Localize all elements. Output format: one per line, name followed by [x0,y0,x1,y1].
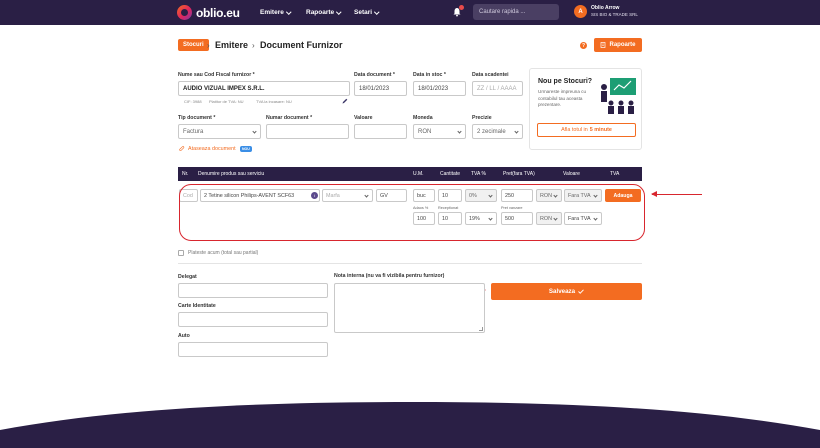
col-price: Pret(fara TVA) [503,171,535,177]
products-table-header: Nr. Denumire produs sau serviciu U.M. Ca… [178,167,642,181]
value-label: Valoare [354,115,373,121]
nav-setari-label: Setari [354,9,373,16]
resize-handle-icon[interactable] [479,327,483,331]
doc-type-value: Factura [183,128,204,135]
attach-document-link[interactable]: Ataseaza document [179,146,236,152]
presentation-illustration-icon [601,78,636,114]
chevron-down-icon [252,129,257,134]
auto-input[interactable] [178,342,328,357]
nav-setari[interactable]: Setari [354,9,380,16]
footer-wave-decoration [0,402,820,448]
currency-label: Moneda [413,115,433,121]
precision-label: Precizie [472,115,492,121]
col-quantity: Cantitate [440,171,461,177]
chevron-down-icon [374,9,380,14]
chevron-down-icon [336,9,342,14]
due-date-input[interactable]: ZZ / LL / AAAA [472,81,523,96]
user-avatar-icon[interactable]: A [574,5,587,18]
chevron-down-icon [457,129,462,134]
precision-select[interactable]: 2 zecimale [472,124,523,139]
promo-button-duration: 5 minute [589,127,612,133]
new-badge: NOU [240,146,252,152]
checkbox-icon[interactable] [178,250,184,256]
save-label: Salveaza [548,288,576,295]
onboarding-promo-card: Nou pe Stocuri? Urmareste impreuna cu co… [529,68,642,150]
id-card-label: Carte Identitate [178,303,216,309]
supplier-vat-status: Platitor de TVA: NU [209,99,244,104]
currency-value: RON [418,128,432,135]
due-date-label: Data scadentei [472,72,509,78]
promo-title: Nou pe Stocuri? [538,78,593,85]
col-value: Valoare [563,171,580,177]
id-card-input[interactable] [178,312,328,327]
brand-logo[interactable]: oblio.eu [177,5,240,20]
rapoarte-button[interactable]: Rapoarte [594,38,642,52]
checkmark-icon [578,289,584,294]
breadcrumb-emitere[interactable]: Emitere [215,40,248,50]
stock-date-input[interactable]: 18/01/2023 [413,81,466,96]
chevron-down-icon [286,9,292,14]
currency-select[interactable]: RON [413,124,466,139]
user-name[interactable]: Oblio Arrow [591,5,619,11]
doc-number-input[interactable] [266,124,349,139]
auto-label: Auto [178,333,190,339]
col-vat-percent: TVA % [471,171,486,177]
col-vat: TVA [610,171,620,177]
brand-name: oblio.eu [196,5,240,20]
col-nr: Nr. [182,171,189,177]
annotation-arrow-left-icon [651,190,702,198]
breadcrumb-section-badge[interactable]: Stocuri [178,39,209,51]
nav-rapoarte[interactable]: Rapoarte [306,9,342,16]
col-product: Denumire produs sau serviciu [198,171,265,177]
value-input[interactable] [354,124,407,139]
document-icon [601,42,606,48]
doc-type-select[interactable]: Factura [178,124,261,139]
col-um: U.M. [413,171,424,177]
notification-badge [459,5,464,10]
pay-now-label: Plateste acum (total sau partial) [188,250,259,256]
doc-date-label: Data document * [354,72,395,78]
promo-text: Urmareste impreuna cu contabilul tau ace… [538,89,586,107]
supplier-input[interactable]: AUDIO VIZUAL IMPEX S.R.L. [178,81,350,96]
precision-value: 2 zecimale [477,128,506,135]
supplier-cash-vat: TVA la incasare: NU [256,99,292,104]
save-button[interactable]: Salveaza [491,283,642,300]
nav-rapoarte-label: Rapoarte [306,9,335,16]
page-title: Document Furnizor [260,40,343,50]
product-row-highlight [179,184,645,241]
delegat-label: Delegat [178,274,197,280]
doc-number-label: Numar document * [266,115,313,121]
supplier-label: Nume sau Cod Fiscal furnizor * [178,72,255,78]
attach-document-label: Ataseaza document [188,146,236,152]
paperclip-icon [179,146,185,151]
internal-note-label: Nota interna (nu va fi vizibila pentru f… [334,273,445,279]
nav-emitere[interactable]: Emitere [260,9,292,16]
top-navbar: oblio.eu Emitere Rapoarte Setari Cautare… [0,0,820,25]
promo-watch-button[interactable]: Afla totul in 5 minute [537,123,636,137]
notifications-icon[interactable] [452,5,464,17]
doc-type-label: Tip document * [178,115,216,121]
quick-search-input[interactable]: Cautare rapida ... [473,4,559,20]
stock-date-label: Data in stoc * [413,72,446,78]
delegat-input[interactable] [178,283,328,298]
user-initial: A [578,8,583,15]
promo-button-prefix: Afla totul in [561,127,588,133]
oblio-logo-icon [177,5,192,20]
edit-pencil-icon[interactable] [342,98,348,104]
internal-note-textarea[interactable] [334,283,485,333]
chevron-down-icon [514,129,519,134]
doc-date-input[interactable]: 18/01/2023 [354,81,407,96]
breadcrumb-separator-icon: › [207,41,210,50]
user-company: SIS BIO & TRADE SRL [591,12,638,17]
supplier-cif: CIF: 3988 [184,99,202,104]
help-icon[interactable]: ? [580,42,587,49]
pay-now-checkbox[interactable]: Plateste acum (total sau partial) [178,250,258,256]
breadcrumb-separator-icon: › [252,41,255,50]
section-divider [178,263,642,264]
nav-emitere-label: Emitere [260,9,284,16]
rapoarte-label: Rapoarte [609,42,636,48]
